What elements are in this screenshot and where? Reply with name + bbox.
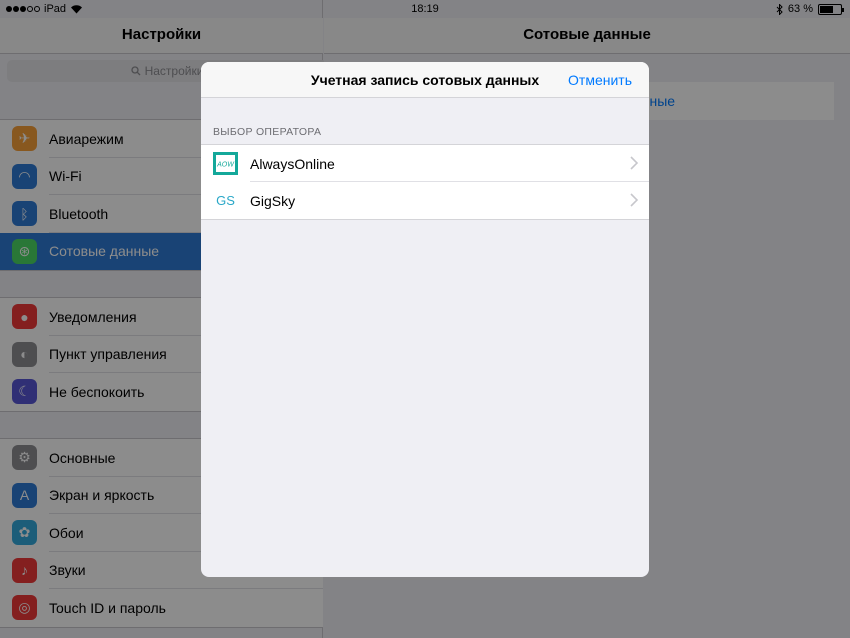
operator-name: GigSky <box>250 192 296 209</box>
operator-row[interactable]: AOW AlwaysOnline <box>201 145 649 182</box>
cancel-button[interactable]: Отменить <box>568 72 632 88</box>
section-header: ВЫБОР ОПЕРАТОРА <box>213 126 322 138</box>
svg-text:GS: GS <box>216 193 235 208</box>
operator-name: AlwaysOnline <box>250 155 335 172</box>
cellular-account-modal: Учетная запись сотовых данных Отменить В… <box>201 62 649 577</box>
svg-text:AOW: AOW <box>216 162 235 169</box>
gigsky-logo-icon: GS <box>216 193 235 208</box>
chevron-right-icon <box>630 156 639 170</box>
operator-row[interactable]: GS GigSky <box>201 182 649 219</box>
modal-header: Учетная запись сотовых данных Отменить <box>201 62 649 98</box>
operator-list: AOW AlwaysOnline GS GigSky <box>201 144 649 220</box>
chevron-right-icon <box>630 193 639 207</box>
alwaysonline-logo-icon: AOW <box>213 152 238 175</box>
